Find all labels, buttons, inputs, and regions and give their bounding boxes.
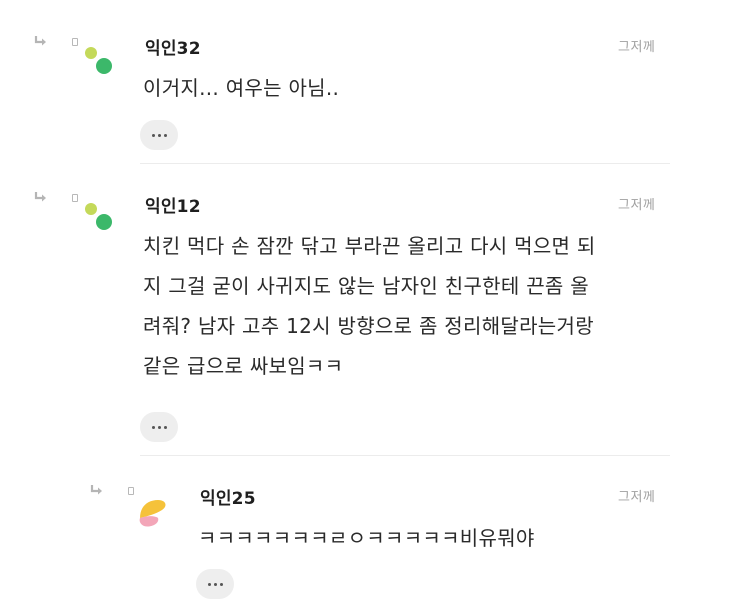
indent-marker-icon — [72, 194, 78, 202]
comment-timestamp: 그저께 — [618, 490, 656, 505]
more-options-dot — [163, 133, 167, 137]
comment-line: 지 그걸 굳이 사귀지도 않는 남자인 친구한테 끈좀 올 — [143, 274, 589, 298]
comment-divider — [140, 455, 670, 456]
indent-marker-icon — [72, 38, 78, 46]
green-dots-avatar-icon — [85, 47, 112, 74]
more-options-dot — [213, 582, 217, 586]
comment-line: ㅋㅋㅋㅋㅋㅋㅋㄹㅇㅋㅋㅋㅋㅋ비유뭐야 — [198, 526, 535, 550]
indent-marker-icon — [128, 487, 134, 495]
comment-line: 려줘? 남자 고추 12시 방향으로 좀 정리해달라는거랑 — [143, 314, 594, 338]
comment-author[interactable]: 익인32 — [145, 34, 201, 59]
comment-text: ㅋㅋㅋㅋㅋㅋㅋㄹㅇㅋㅋㅋㅋㅋ비유뭐야 — [198, 518, 535, 558]
comment-line: 이거지... 여우는 아님.. — [143, 76, 340, 100]
more-options-button[interactable] — [140, 412, 178, 442]
comment-divider — [140, 163, 670, 164]
comment-line: 치킨 먹다 손 잠깐 닦고 부라끈 올리고 다시 먹으면 되 — [143, 234, 596, 258]
comment-line: 같은 급으로 싸보임ㅋㅋ — [143, 354, 344, 378]
comment-text: 이거지... 여우는 아님.. — [143, 68, 339, 108]
more-options-icon — [151, 425, 155, 429]
more-options-dot — [157, 425, 161, 429]
yellow-pink-avatar-icon — [139, 500, 166, 527]
more-options-button[interactable] — [196, 569, 234, 599]
comment-text: 치킨 먹다 손 잠깐 닦고 부라끈 올리고 다시 먹으면 되 지 그걸 굳이 사… — [143, 226, 596, 386]
more-options-dot — [163, 425, 167, 429]
reply-arrow-icon — [34, 192, 46, 202]
green-dots-avatar-icon — [85, 203, 112, 230]
comment-timestamp: 그저께 — [618, 198, 656, 213]
more-options-icon — [207, 582, 211, 586]
reply-arrow-icon — [34, 36, 46, 46]
more-options-button[interactable] — [140, 120, 178, 150]
comment-timestamp: 그저께 — [618, 40, 656, 55]
more-options-dot — [157, 133, 161, 137]
reply-arrow-icon — [90, 485, 102, 495]
comment-author[interactable]: 익인25 — [200, 484, 256, 509]
comment-author[interactable]: 익인12 — [145, 192, 201, 217]
more-options-icon — [151, 133, 155, 137]
more-options-dot — [219, 582, 223, 586]
